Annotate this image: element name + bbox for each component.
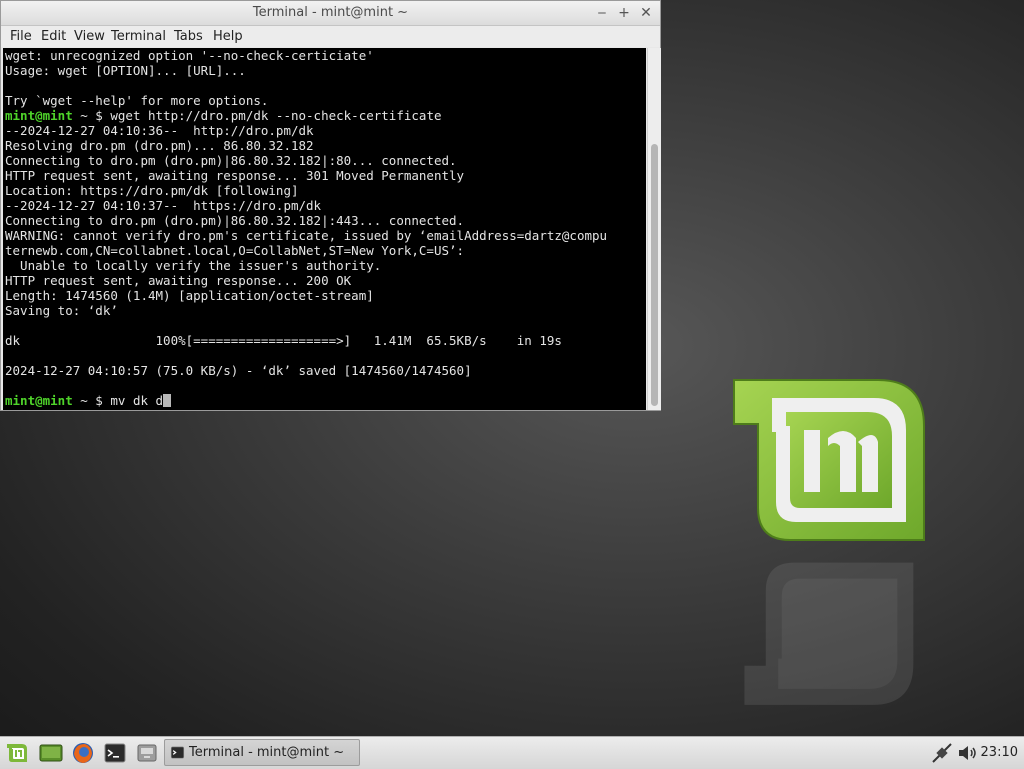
- terminal-line: dk 100%[===================>] 1.41M 65.5…: [5, 333, 562, 348]
- menu-file[interactable]: File: [10, 29, 32, 44]
- terminal-line: --2024-12-27 04:10:37-- https://dro.pm/d…: [5, 198, 322, 213]
- network-icon[interactable]: [930, 741, 954, 765]
- menu-edit[interactable]: Edit: [41, 29, 66, 44]
- terminal-line: Location: https://dro.pm/dk [following]: [5, 183, 299, 198]
- terminal-scrollbar[interactable]: [647, 48, 661, 410]
- terminal-line: Length: 1474560 (1.4M) [application/octe…: [5, 288, 374, 303]
- terminal-line: HTTP request sent, awaiting response... …: [5, 168, 465, 183]
- taskbar-task-label: Terminal - mint@mint ~: [189, 745, 345, 760]
- volume-icon[interactable]: [956, 741, 980, 765]
- mint-menu-icon[interactable]: [5, 741, 29, 765]
- terminal-line: Saving to: ‘dk’: [5, 303, 118, 318]
- terminal-window[interactable]: Terminal - mint@mint ~ ‒ + ✕ File Edit V…: [0, 0, 661, 411]
- terminal-line: Connecting to dro.pm (dro.pm)|86.80.32.1…: [5, 153, 457, 168]
- window-title: Terminal - mint@mint ~: [252, 5, 409, 20]
- terminal-line: mint@mint ~ $ wget http://dro.pm/dk --no…: [5, 108, 646, 123]
- terminal-line: Unable to locally verify the issuer's au…: [5, 258, 382, 273]
- menu-tabs[interactable]: Tabs: [174, 29, 203, 44]
- mint-logo-icon: [728, 372, 928, 552]
- menubar: File Edit View Terminal Tabs Help: [1, 26, 660, 47]
- mint-logo-reflection: [728, 552, 928, 712]
- terminal-line: ternewb.com,CN=collabnet.local,O=CollabN…: [5, 243, 465, 258]
- terminal-text: wget: unrecognized option '--no-check-ce…: [3, 48, 646, 408]
- menu-view[interactable]: View: [74, 29, 105, 44]
- command-text: ~ $ wget http://dro.pm/dk --no-check-cer…: [72, 108, 442, 123]
- terminal-line: 2024-12-27 04:10:57 (75.0 KB/s) - ‘dk’ s…: [5, 363, 472, 378]
- firefox-icon[interactable]: [71, 741, 95, 765]
- text-cursor: [163, 394, 172, 407]
- menu-terminal[interactable]: Terminal: [111, 29, 166, 44]
- terminal-line: --2024-12-27 04:10:36-- http://dro.pm/dk: [5, 123, 314, 138]
- terminal-icon[interactable]: [103, 741, 127, 765]
- shell-prompt: mint@mint: [5, 108, 73, 123]
- terminal-line: wget: unrecognized option '--no-check-ce…: [5, 48, 374, 63]
- panel-clock[interactable]: 23:10: [981, 745, 1018, 760]
- command-text: ~ $ mv dk d: [72, 393, 164, 408]
- close-button[interactable]: ✕: [637, 4, 655, 22]
- menu-help[interactable]: Help: [213, 29, 243, 44]
- bottom-panel: Terminal - mint@mint ~ 23:10: [0, 736, 1024, 769]
- terminal-line: mint@mint ~ $ mv dk d: [5, 393, 646, 408]
- window-titlebar[interactable]: Terminal - mint@mint ~ ‒ + ✕: [1, 1, 660, 26]
- show-desktop-icon[interactable]: [39, 741, 63, 765]
- terminal-line: Usage: wget [OPTION]... [URL]...: [5, 63, 246, 78]
- file-manager-icon[interactable]: [135, 741, 159, 765]
- terminal-icon: [170, 746, 185, 759]
- maximize-button[interactable]: +: [615, 4, 633, 22]
- terminal-line: Connecting to dro.pm (dro.pm)|86.80.32.1…: [5, 213, 465, 228]
- terminal-line: Resolving dro.pm (dro.pm)... 86.80.32.18…: [5, 138, 314, 153]
- scrollbar-thumb[interactable]: [651, 144, 658, 406]
- taskbar-terminal-button[interactable]: Terminal - mint@mint ~: [164, 739, 360, 766]
- terminal-line: Try `wget --help' for more options.: [5, 93, 269, 108]
- shell-prompt: mint@mint: [5, 393, 73, 408]
- terminal-line: WARNING: cannot verify dro.pm's certific…: [5, 228, 608, 243]
- minimize-button[interactable]: ‒: [593, 4, 611, 22]
- terminal-output[interactable]: wget: unrecognized option '--no-check-ce…: [3, 48, 646, 410]
- terminal-line: HTTP request sent, awaiting response... …: [5, 273, 352, 288]
